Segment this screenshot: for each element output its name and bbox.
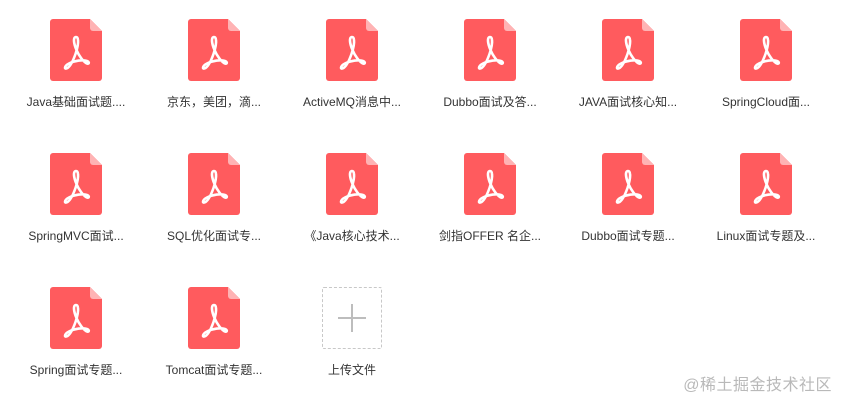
plus-icon — [338, 304, 366, 332]
pdf-file-icon — [326, 153, 378, 215]
file-item[interactable]: Java基础面试题.... — [7, 18, 145, 152]
file-name: Tomcat面试专题... — [165, 363, 263, 377]
file-name: 剑指OFFER 名企... — [438, 229, 541, 243]
pdf-file-icon — [326, 19, 378, 81]
file-browser: Java基础面试题.... 京东，美团，滴... ActiveMQ消息中... — [0, 0, 843, 402]
file-item[interactable]: Dubbo面试及答... — [421, 18, 559, 152]
file-item[interactable]: 京东，美团，滴... — [145, 18, 283, 152]
file-item[interactable]: Dubbo面试专题... — [559, 152, 697, 286]
file-item[interactable]: 剑指OFFER 名企... — [421, 152, 559, 286]
pdf-file-icon — [188, 153, 240, 215]
file-item[interactable]: SpringMVC面试... — [7, 152, 145, 286]
pdf-file-icon — [740, 19, 792, 81]
file-item[interactable]: SpringCloud面... — [697, 18, 835, 152]
file-name: SpringMVC面试... — [28, 229, 124, 243]
pdf-file-icon — [602, 153, 654, 215]
pdf-file-icon — [50, 153, 102, 215]
pdf-file-icon — [50, 19, 102, 81]
pdf-file-icon — [740, 153, 792, 215]
file-item[interactable]: JAVA面试核心知... — [559, 18, 697, 152]
file-item[interactable]: Tomcat面试专题... — [145, 286, 283, 402]
pdf-file-icon — [50, 287, 102, 349]
file-name: Dubbo面试及答... — [443, 95, 537, 109]
file-name: 《Java核心技术... — [304, 229, 400, 243]
file-item[interactable]: Spring面试专题... — [7, 286, 145, 402]
upload-dropzone[interactable] — [322, 287, 382, 349]
file-name: ActiveMQ消息中... — [302, 95, 401, 109]
file-item[interactable]: Linux面试专题及... — [697, 152, 835, 286]
pdf-file-icon — [464, 19, 516, 81]
file-name: Dubbo面试专题... — [581, 229, 675, 243]
file-name: SpringCloud面... — [721, 95, 811, 109]
pdf-file-icon — [188, 287, 240, 349]
pdf-file-icon — [464, 153, 516, 215]
file-name: SQL优化面试专... — [166, 229, 261, 243]
pdf-file-icon — [602, 19, 654, 81]
upload-file-button[interactable]: 上传文件 — [283, 286, 421, 402]
watermark: @稀土掘金技术社区 — [683, 377, 832, 394]
file-name: Java基础面试题.... — [26, 95, 126, 109]
file-item[interactable]: 《Java核心技术... — [283, 152, 421, 286]
upload-label: 上传文件 — [327, 363, 376, 377]
pdf-file-icon — [188, 19, 240, 81]
file-name: JAVA面试核心知... — [578, 95, 678, 109]
file-name: Linux面试专题及... — [716, 229, 816, 243]
file-item[interactable]: SQL优化面试专... — [145, 152, 283, 286]
file-name: Spring面试专题... — [29, 363, 123, 377]
file-name: 京东，美团，滴... — [166, 95, 261, 109]
file-grid: Java基础面试题.... 京东，美团，滴... ActiveMQ消息中... — [7, 18, 843, 402]
file-item[interactable]: ActiveMQ消息中... — [283, 18, 421, 152]
